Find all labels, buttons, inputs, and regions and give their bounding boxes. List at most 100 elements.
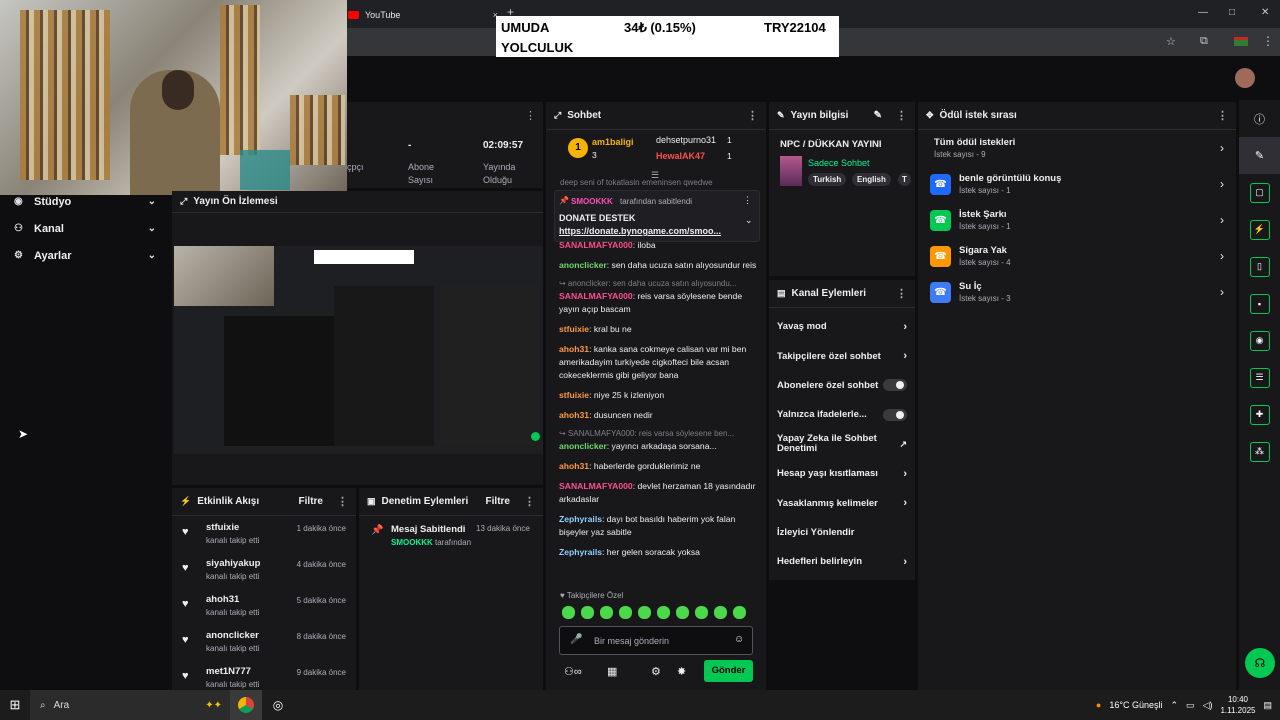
browser-tab[interactable]: YouTube ×	[348, 4, 498, 26]
channel-action-row[interactable]: Takipçilere özel sohbet ›	[769, 341, 915, 370]
leader2-name[interactable]: dehsetpurno31	[656, 135, 716, 145]
bot-icon[interactable]: ✸	[677, 665, 686, 678]
chat-username[interactable]: ahoh31	[559, 461, 589, 471]
emote-icon[interactable]	[733, 606, 746, 619]
wrench-icon[interactable]: ✚	[1239, 396, 1280, 433]
stats-menu-icon[interactable]: ⋮	[525, 109, 536, 122]
send-button[interactable]: Gönder	[704, 660, 753, 682]
emote-icon[interactable]	[600, 606, 613, 619]
star-icon[interactable]: ☆	[1166, 35, 1176, 48]
channel-action-row[interactable]: Yavaş mod ›	[769, 312, 915, 341]
chat-username[interactable]: anonclicker	[559, 441, 607, 451]
pencil-icon[interactable]: ✎	[1239, 137, 1280, 174]
edit-icon[interactable]: ✎	[874, 110, 882, 121]
chat-username[interactable]: SANALMAFYA000	[559, 481, 633, 491]
chat-username[interactable]: ahoh31	[559, 410, 589, 420]
chevron-down-icon[interactable]: ⌄	[745, 215, 753, 226]
activity-user[interactable]: stfuixie	[206, 522, 259, 533]
moderation-menu-icon[interactable]: ⋮	[524, 495, 535, 508]
channel-action-row[interactable]: Hedefleri belirleyin ›	[769, 547, 915, 576]
volume-icon[interactable]: ◁)	[1203, 700, 1213, 711]
tag-turkish[interactable]: Turkish	[808, 173, 847, 186]
info-icon[interactable]: ⓘ	[1239, 100, 1280, 137]
reward-row[interactable]: ☎ Su İç İstek sayısı - 3 ›	[918, 274, 1236, 310]
emoji-icon[interactable]: ☺	[734, 634, 744, 645]
chat-input[interactable]: 🎤 Bir mesaj gönderin ☺	[559, 626, 753, 655]
channel-action-row[interactable]: İzleyici Yönlendir	[769, 518, 915, 547]
toggle-switch[interactable]	[883, 379, 907, 392]
emote-icon[interactable]	[676, 606, 689, 619]
chat-username[interactable]: SANALMAFYA000	[559, 291, 633, 301]
activity-menu-icon[interactable]: ⋮	[337, 495, 348, 508]
weather-text[interactable]: 16°C Güneşli	[1109, 700, 1162, 710]
activity-user[interactable]: siyahiyakup	[206, 558, 260, 569]
all-rewards-row[interactable]: Tüm ödül istekleri İstek sayısı - 9 ›	[918, 130, 1236, 166]
chat-username[interactable]: SANALMAFYA000	[559, 240, 633, 250]
obs-taskbar-icon[interactable]: ◎	[262, 698, 294, 712]
chat-username[interactable]: stfuixie	[559, 390, 589, 400]
menu-dots-icon[interactable]: ⋮	[1262, 34, 1274, 48]
nav-channel[interactable]: ⚇ Kanal ⌄	[0, 215, 170, 242]
settings-icon[interactable]: ⚙	[651, 665, 661, 678]
extensions-icon[interactable]: ⧉	[1200, 35, 1208, 48]
leader-name[interactable]: am1baligi	[592, 137, 634, 147]
channel-action-row[interactable]: Yalnızca ifadelerle...	[769, 400, 915, 429]
mic-icon[interactable]: 🎤	[570, 634, 582, 645]
emote-icon[interactable]	[657, 606, 670, 619]
clock[interactable]: 10:40 1.11.2025	[1220, 694, 1255, 716]
activity-user[interactable]: ahoh31	[206, 594, 259, 605]
tag-english[interactable]: English	[852, 173, 891, 186]
lightning-icon[interactable]: ⚡	[1239, 211, 1280, 248]
nav-settings[interactable]: ⚙ Ayarlar ⌄	[0, 242, 170, 269]
chat-username[interactable]: stfuixie	[559, 324, 589, 334]
emote-icon[interactable]	[619, 606, 632, 619]
share-icon[interactable]: ⁂	[1239, 433, 1280, 470]
chat-bubble-icon[interactable]: ▪	[1239, 285, 1280, 322]
nav-studio[interactable]: ◉ Stüdyo ⌄	[0, 188, 170, 215]
avatar[interactable]	[1235, 68, 1255, 88]
category-name[interactable]: Sadece Sohbet	[808, 158, 870, 168]
support-icon[interactable]: ☊	[1245, 648, 1275, 678]
phone-icon[interactable]: ▯	[1239, 248, 1280, 285]
chat-username[interactable]: Zephyrails	[559, 547, 602, 557]
reward-row[interactable]: ☎ Sigara Yak İstek sayısı - 4 ›	[918, 238, 1236, 274]
activity-user[interactable]: anonclicker	[206, 630, 259, 641]
emote-icon[interactable]	[562, 606, 575, 619]
chat-username[interactable]: anonclicker	[559, 260, 607, 270]
taskbar-search[interactable]: ⌕ Ara ✦✦	[30, 690, 230, 720]
shop-icon[interactable]: ▦	[607, 665, 617, 678]
channel-actions-menu-icon[interactable]: ⋮	[896, 287, 907, 300]
network-icon[interactable]: ▭	[1186, 700, 1195, 711]
activity-filter-button[interactable]: Filtre	[299, 496, 323, 507]
chrome-taskbar-icon[interactable]	[230, 690, 262, 720]
moderation-filter-button[interactable]: Filtre	[486, 496, 510, 507]
emote-icon[interactable]	[581, 606, 594, 619]
notification-icon[interactable]: ▤	[1263, 700, 1272, 711]
emote-icon[interactable]	[638, 606, 651, 619]
channel-action-row[interactable]: Hesap yaşı kısıtlaması ›	[769, 459, 915, 488]
stream-info-menu-icon[interactable]: ⋮	[896, 109, 907, 122]
channel-action-row[interactable]: Abonelere özel sohbet	[769, 371, 915, 400]
tray-up-icon[interactable]: ⌃	[1171, 700, 1179, 711]
mod-action-user[interactable]: SMOOKKK	[391, 538, 433, 547]
reward-menu-icon[interactable]: ⋮	[1217, 109, 1228, 122]
emote-icon[interactable]	[714, 606, 727, 619]
channel-action-row[interactable]: Yapay Zeka ile Sohbet Denetimi ↗	[769, 430, 915, 459]
broadcast-icon[interactable]: ◉	[1239, 322, 1280, 359]
reward-row[interactable]: ☎ benle görüntülü konuş İstek sayısı - 1 ›	[918, 166, 1236, 202]
camera-icon[interactable]: ▢	[1239, 174, 1280, 211]
flag-icon[interactable]	[1234, 37, 1248, 46]
pinned-menu-icon[interactable]: ⋮	[743, 195, 752, 206]
tag-more[interactable]: T	[898, 173, 911, 186]
emote-icon[interactable]	[695, 606, 708, 619]
chat-menu-icon[interactable]: ⋮	[747, 109, 758, 122]
leader3-name[interactable]: HewalAK47	[656, 151, 705, 161]
pinned-link[interactable]: https://donate.bynogame.com/smoo...	[559, 226, 721, 236]
points-icon[interactable]: ⚇∞	[564, 665, 582, 678]
chat-username[interactable]: ahoh31	[559, 344, 589, 354]
expand-icon[interactable]: ⤢	[180, 196, 187, 207]
activity-user[interactable]: met1N777	[206, 666, 259, 677]
reward-row[interactable]: ☎ İstek Şarkı İstek sayısı - 1 ›	[918, 202, 1236, 238]
channel-action-row[interactable]: Yasaklanmış kelimeler ›	[769, 488, 915, 517]
close-window-button[interactable]: ✕	[1261, 7, 1269, 18]
